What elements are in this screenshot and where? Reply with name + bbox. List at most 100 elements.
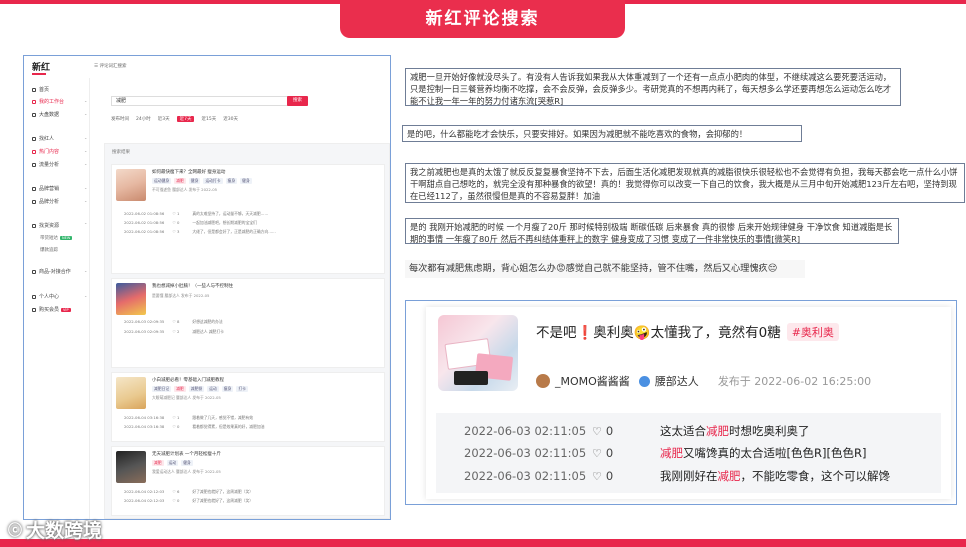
- filter-24h[interactable]: 24小时: [136, 116, 151, 122]
- note-thumbnail[interactable]: [116, 283, 146, 315]
- comment-list: 2022-06-03 02:11:05 ♡ 0 这太适合减肥时想吃奥利奥了 202…: [436, 413, 941, 493]
- filter-7d[interactable]: 近7天: [176, 116, 195, 122]
- topic-tag[interactable]: #奥利奥: [786, 323, 839, 341]
- app-logo: 新红: [32, 63, 51, 73]
- result-card[interactable]: 如何最快瘦下来？全网最好 瘦身运动 运动健身 减肥 健身 运动打卡 瘦身 健身 不可描述鱼…: [111, 164, 385, 274]
- sidebar-item-brand-analysis[interactable]: 品牌分析 ⌄: [32, 198, 87, 205]
- sidebar-item-market[interactable]: 大盘数据 ⌄: [32, 111, 87, 118]
- note-author-row: _MOMO酱酱酱 腰部达人 发布于 2022-06-02 16:25:00: [536, 373, 871, 389]
- result-card[interactable]: 小白减肥必看！零基础入门减肥教程 减肥日记 减肥 减肥餐 运动 瘦身 打卡 大眼萌减肥记 …: [111, 372, 385, 442]
- filter-30d[interactable]: 近30天: [223, 116, 238, 122]
- handshake-icon: [32, 269, 36, 274]
- comment-snippet: 每次都有减肥焦虑期，背心姐怎么办😡感觉自己就不能坚持，管不住嘴，然后又心理愧疚😔: [405, 260, 805, 278]
- comment-time: 2022-06-03 02:11:05: [464, 446, 587, 460]
- filter-15d[interactable]: 近15天: [201, 116, 216, 122]
- publish-time: 发布于 2022-06-02 16:25:00: [717, 375, 872, 388]
- comment-row: 2022-06-02 01:08:56 ♡ 0 一起加油减肥吧，想长期减肥的宝宝们: [124, 220, 257, 225]
- sidebar-item-find-kol[interactable]: 找红人 ⌄: [32, 135, 87, 142]
- detail-zoom-frame: 不是吧❗️奥利奥🤪太懂我了，竟然有0糖 #奥利奥 _MOMO酱酱酱 腰部达人 发布…: [405, 300, 957, 505]
- comment-row: 2022-06-04 02:12:03 ♡ 0 好了减肥也就好了，这周减肥（笑）: [124, 498, 254, 503]
- chart-icon: [32, 112, 36, 117]
- filter-label: 发布时间: [111, 117, 129, 122]
- result-card[interactable]: 无天减肥计划表 一个月轻松瘦十斤 减肥 运动 健身 我爱运动达人 腰部达人 发布于 …: [111, 446, 385, 516]
- heart-icon[interactable]: ♡: [592, 470, 602, 483]
- avatar[interactable]: [536, 374, 550, 388]
- watermark: ⓒ 大数跨境: [8, 516, 102, 543]
- sidebar-item-traffic[interactable]: 流量分析 ⌄: [32, 161, 87, 168]
- note-title[interactable]: 小白减肥必看！零基础入门减肥教程: [152, 377, 224, 383]
- breadcrumb-label: 评论词汇搜索: [99, 64, 127, 69]
- note-thumbnail[interactable]: [116, 377, 146, 409]
- person-icon: [32, 294, 36, 299]
- sidebar: 首页 我的工作台 ⌄ 大盘数据 ⌄ 找红人 ⌄ 热门内容 ⌄ 流量分析 ⌄ 品牌营销 ⌄ 品…: [24, 78, 90, 519]
- note-author: 是要懂 腰部达人 发布于 2022-05: [152, 293, 210, 298]
- sidebar-item-brand-marketing[interactable]: 品牌营销 ⌄: [32, 185, 87, 192]
- logo-underline: [32, 73, 46, 75]
- comment-text: 减肥又嘴馋真的太合适啦[色色R][色色R]: [660, 446, 867, 460]
- comment-text: 这太适合减肥时想吃奥利奥了: [660, 424, 810, 438]
- panel-heading: 搜索结果: [112, 150, 130, 155]
- comment-row: 2022-06-03 02:09:35 ♡ 2 减肥达人 减肥打卡: [124, 329, 224, 334]
- sidebar-item-profile[interactable]: 个人中心 ⌄: [32, 293, 87, 300]
- result-card[interactable]: 我也想减掉小肚腩！（一些人与不控制住 是要懂 腰部达人 发布于 2022-05 …: [111, 278, 385, 368]
- filter-3d[interactable]: 近3天: [158, 116, 170, 122]
- author-name[interactable]: _MOMO酱酱酱: [555, 373, 630, 389]
- comment-row: 2022-06-03 02:09:35 ♡ 8 好想这减肥的办法: [124, 319, 223, 324]
- vip-badge: VIP: [61, 308, 71, 312]
- comment-row: 2022-06-04 02:12:03 ♡ 6 好了减肥也就好了，这周减肥（笑）: [124, 489, 254, 494]
- note-cover-image[interactable]: [438, 315, 518, 391]
- comment-row: 2022-06-04 03:16:38 ♡ 1 跟着做了几天，感觉不错，减肥有效: [124, 415, 254, 420]
- comment-time: 2022-06-03 02:11:05: [464, 424, 587, 438]
- search-input[interactable]: 减肥: [111, 96, 306, 106]
- bag-icon: [32, 223, 36, 228]
- analysis-icon: [32, 199, 36, 204]
- author-level: 腰部达人: [654, 375, 699, 388]
- comment-row: 2022-06-04 03:16:38 ♡ 0 看着都觉得累，但是效果真的好，减肥加…: [124, 424, 265, 429]
- level-icon: [638, 375, 650, 387]
- traffic-icon: [32, 162, 36, 167]
- note-author: 我爱运动达人 腰部达人 发布于 2022-05: [152, 469, 221, 474]
- sidebar-item-vip[interactable]: 购买会员 VIP: [32, 306, 71, 313]
- note-thumbnail[interactable]: [116, 451, 146, 483]
- note-author: 不可描述鱼 腰部达人 发布于 2022-05: [152, 187, 218, 192]
- comment-snippet: 是的吧，什么都能吃才会快乐，只要安排好。如果因为减肥就不能吃喜欢的食物，会抑郁的…: [402, 125, 802, 142]
- note-title[interactable]: 如何最快瘦下来？全网最好 瘦身运动: [152, 169, 225, 175]
- results-panel: 搜索结果 如何最快瘦下来？全网最好 瘦身运动 运动健身 减肥 健身 运动打卡 瘦身 健身 …: [104, 143, 390, 519]
- sidebar-item-hot-content[interactable]: 热门内容 ⌄: [32, 148, 87, 155]
- note-tags: 减肥 运动 健身: [152, 460, 193, 466]
- note-thumbnail[interactable]: [116, 169, 146, 201]
- search-button[interactable]: 搜索: [287, 96, 308, 106]
- note-title[interactable]: 无天减肥计划表 一个月轻松瘦十斤: [152, 451, 221, 457]
- time-filter: 发布时间 24小时 近3天 近7天 近15天 近30天: [111, 115, 238, 123]
- comment-item: 2022-06-03 02:11:05 ♡ 0 减肥又嘴馋真的太合适啦[色色R][…: [464, 445, 866, 461]
- home-icon: [32, 87, 36, 92]
- comment-text: 我刚刚好在减肥，不能吃零食，这个可以解馋: [660, 469, 890, 483]
- megaphone-icon: [32, 186, 36, 191]
- note-detail-card: 不是吧❗️奥利奥🤪太懂我了，竟然有0糖 #奥利奥 _MOMO酱酱酱 腰部达人 发布…: [426, 307, 951, 499]
- note-title[interactable]: 我也想减掉小肚腩！（一些人与不控制住: [152, 283, 233, 289]
- sidebar-sub-live[interactable]: 带货短达 NEW: [40, 235, 73, 241]
- watermark-logo-icon: ⓒ: [8, 522, 22, 539]
- note-title[interactable]: 不是吧❗️奥利奥🤪太懂我了，竟然有0糖 #奥利奥: [536, 321, 839, 341]
- comment-snippet: 我之前减肥也是真的太饿了就反反复复暴食坚持不下去，后面生活化减肥发现就真的减脂很…: [405, 163, 965, 203]
- sidebar-item-workbench[interactable]: 我的工作台 ⌄: [32, 98, 87, 105]
- sidebar-sub-trending[interactable]: 爆款追踪: [40, 247, 58, 253]
- like-count: 0: [605, 446, 614, 460]
- sidebar-item-home[interactable]: 首页: [32, 86, 49, 93]
- crown-icon: [32, 307, 36, 312]
- workbench-icon: [32, 99, 36, 104]
- comment-snippet: 是的 我刚开始减肥的时候 一个月瘦了20斤 那时候特别极端 断碳低碳 后来暴食 …: [405, 218, 899, 244]
- sidebar-item-cooperation[interactable]: 商品-对接合作 ⌄: [32, 268, 87, 275]
- note-tags: 运动健身 减肥 健身 运动打卡 瘦身 健身: [152, 178, 252, 184]
- new-badge: NEW: [60, 236, 73, 240]
- comment-row: 2022-06-02 01:08:56 ♡ 3 大佬了，但是都会好了，正是减肥的正确…: [124, 229, 276, 234]
- comment-item: 2022-06-03 02:11:05 ♡ 0 我刚刚好在减肥，不能吃零食，这个可…: [464, 468, 890, 484]
- like-count: 0: [605, 424, 614, 438]
- heart-icon[interactable]: ♡: [592, 425, 602, 438]
- bottom-accent-bar: [0, 539, 966, 547]
- sidebar-item-goods[interactable]: 找货资源 ⌃: [32, 222, 87, 229]
- note-author: 大眼萌减肥记 腰部达人 发布于 2022-05: [152, 395, 221, 400]
- comment-row: 2022-06-02 01:08:56 ♡ 1 真的太难坚持了，运动量不够，天天减肥…: [124, 211, 269, 216]
- heart-icon[interactable]: ♡: [592, 447, 602, 460]
- comment-item: 2022-06-03 02:11:05 ♡ 0 这太适合减肥时想吃奥利奥了: [464, 423, 810, 439]
